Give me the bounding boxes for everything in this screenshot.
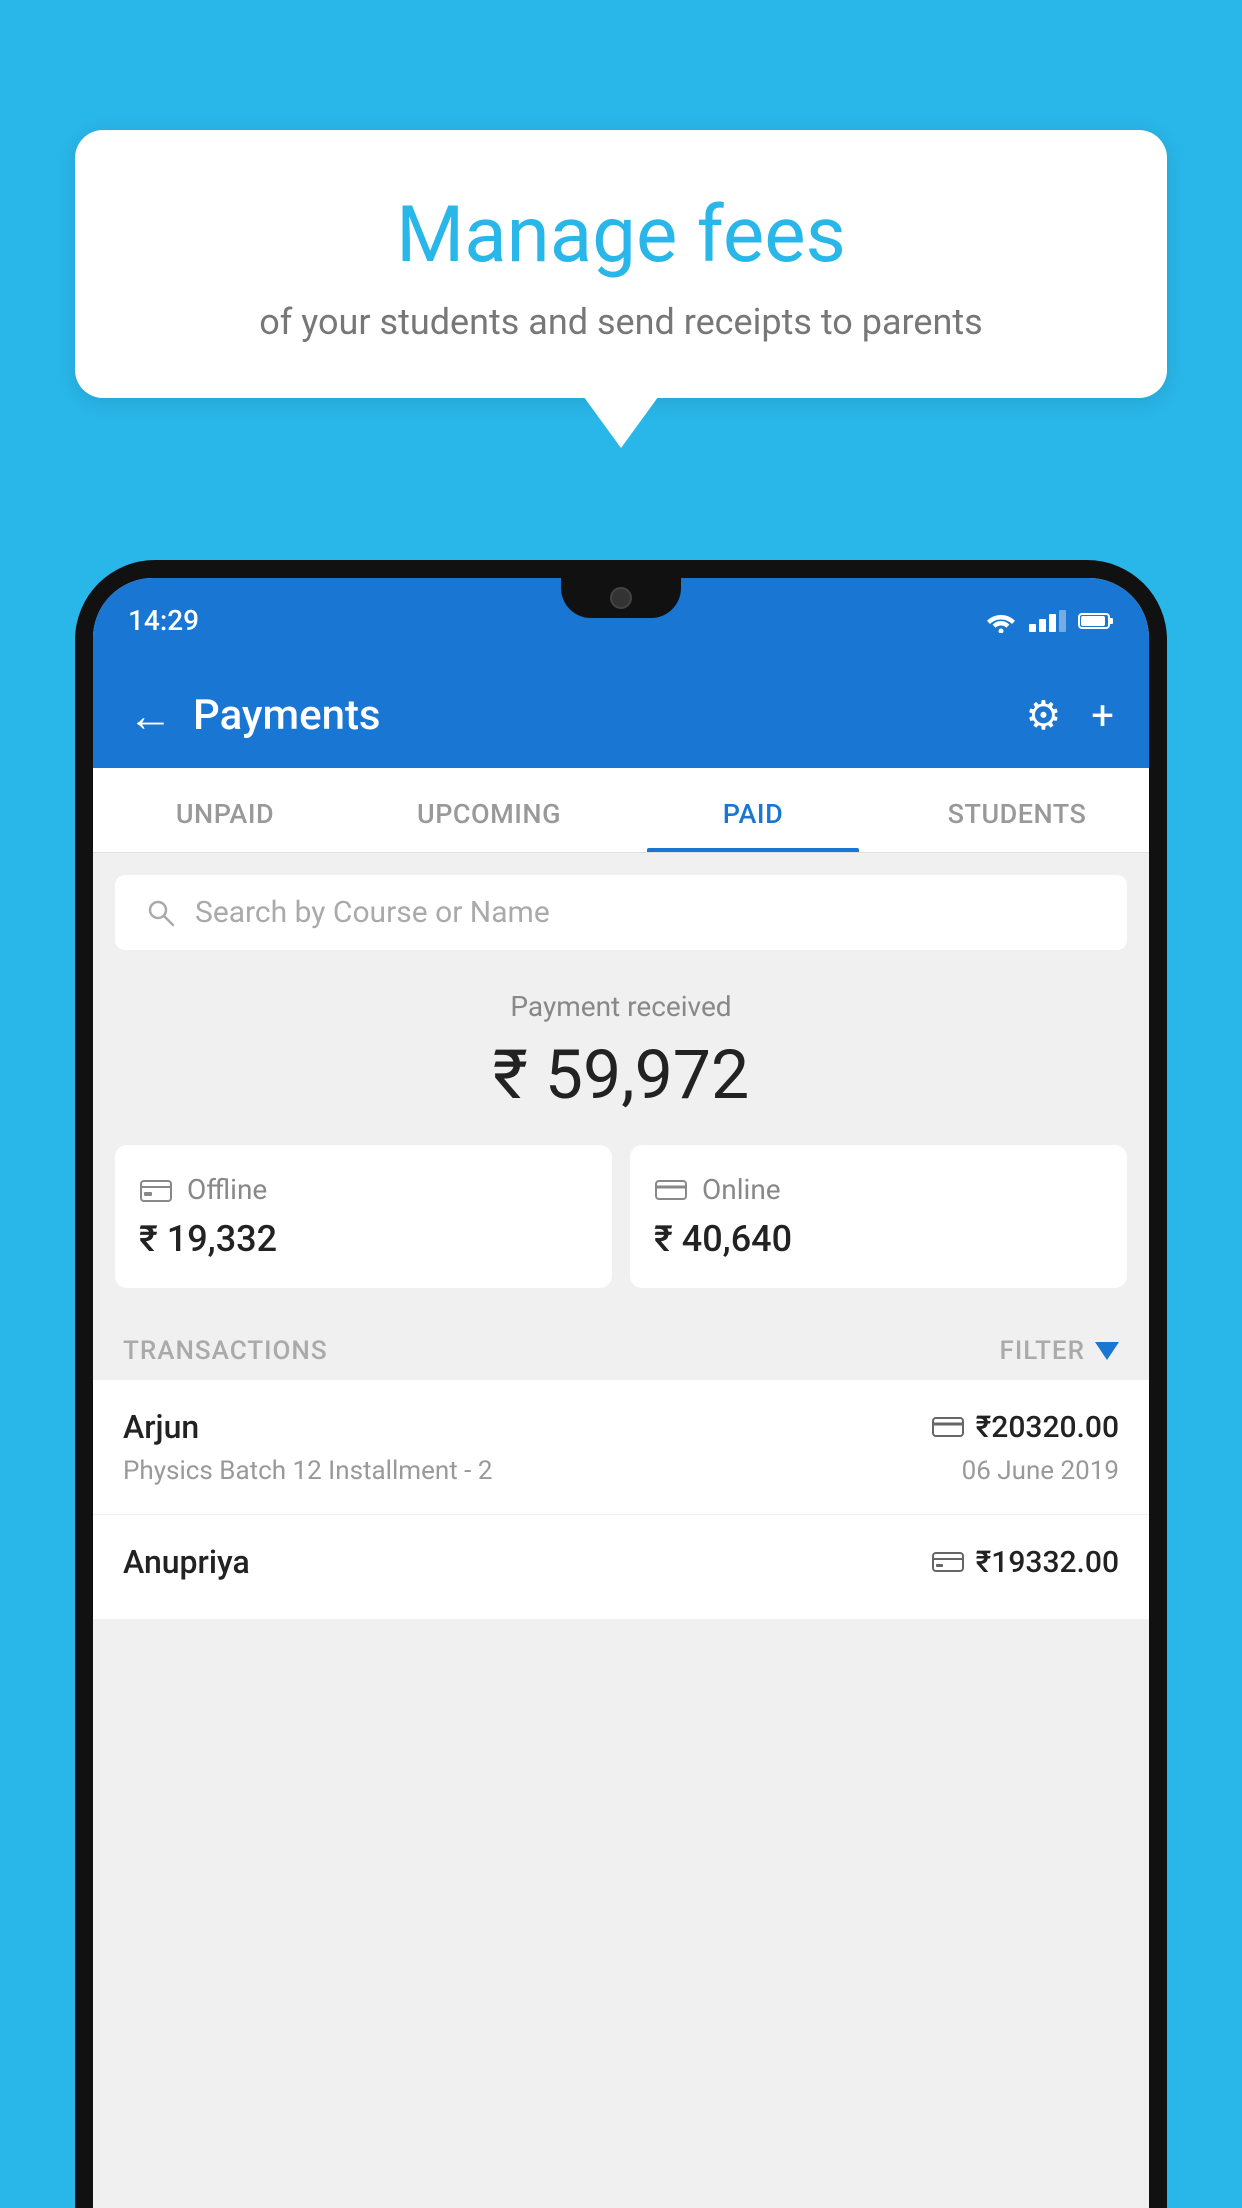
transaction-amount-row: ₹19332.00 bbox=[932, 1545, 1119, 1580]
transaction-name: Anupriya bbox=[123, 1543, 250, 1581]
offline-icon bbox=[139, 1176, 173, 1204]
search-bar[interactable]: Search by Course or Name bbox=[115, 875, 1127, 950]
add-button[interactable]: + bbox=[1091, 692, 1114, 739]
transaction-date: 06 June 2019 bbox=[962, 1456, 1119, 1486]
payment-received-label: Payment received bbox=[115, 990, 1127, 1023]
transaction-amount: ₹20320.00 bbox=[976, 1410, 1119, 1445]
transactions-header: TRANSACTIONS FILTER bbox=[93, 1316, 1149, 1380]
search-input[interactable]: Search by Course or Name bbox=[195, 895, 550, 930]
transactions-label: TRANSACTIONS bbox=[123, 1336, 328, 1366]
phone-notch bbox=[561, 578, 681, 618]
header-icons: ⚙ + bbox=[1025, 692, 1114, 739]
signal-bars-icon bbox=[1029, 610, 1066, 632]
offline-amount: ₹ 19,332 bbox=[139, 1218, 588, 1260]
status-time: 14:29 bbox=[128, 604, 199, 637]
tabs-bar: UNPAID UPCOMING PAID STUDENTS bbox=[93, 768, 1149, 853]
status-bar: 14:29 bbox=[93, 578, 1149, 663]
speech-bubble-title: Manage fees bbox=[125, 190, 1117, 281]
phone-camera bbox=[610, 587, 632, 609]
filter-triangle-icon bbox=[1095, 1342, 1119, 1360]
payment-received-section: Payment received ₹ 59,972 bbox=[93, 950, 1149, 1145]
transaction-list: Arjun ₹20320.00 Physics Batch 12 Install… bbox=[93, 1380, 1149, 1620]
online-amount: ₹ 40,640 bbox=[654, 1218, 1103, 1260]
tab-upcoming[interactable]: UPCOMING bbox=[357, 768, 621, 852]
transaction-name: Arjun bbox=[123, 1408, 199, 1446]
tab-unpaid[interactable]: UNPAID bbox=[93, 768, 357, 852]
app-title: Payments bbox=[193, 691, 1005, 740]
wifi-icon bbox=[985, 609, 1017, 633]
filter-button[interactable]: FILTER bbox=[1000, 1336, 1119, 1366]
payment-amount: ₹ 59,972 bbox=[115, 1035, 1127, 1115]
card-payment-icon bbox=[932, 1415, 964, 1439]
offline-card-header: Offline bbox=[139, 1173, 588, 1206]
transaction-item[interactable]: Arjun ₹20320.00 Physics Batch 12 Install… bbox=[93, 1380, 1149, 1515]
transaction-row-bottom: Physics Batch 12 Installment - 2 06 June… bbox=[123, 1456, 1119, 1486]
settings-button[interactable]: ⚙ bbox=[1025, 692, 1061, 739]
online-card-header: Online bbox=[654, 1173, 1103, 1206]
transaction-detail: Physics Batch 12 Installment - 2 bbox=[123, 1456, 492, 1486]
speech-bubble: Manage fees of your students and send re… bbox=[75, 130, 1167, 398]
battery-icon bbox=[1078, 611, 1114, 631]
transaction-amount: ₹19332.00 bbox=[976, 1545, 1119, 1580]
payment-cards: Offline ₹ 19,332 Online ₹ 40,640 bbox=[93, 1145, 1149, 1316]
speech-bubble-subtitle: of your students and send receipts to pa… bbox=[125, 301, 1117, 343]
offline-payment-card: Offline ₹ 19,332 bbox=[115, 1145, 612, 1288]
phone-screen: 14:29 bbox=[93, 578, 1149, 2208]
tab-students[interactable]: STUDENTS bbox=[885, 768, 1149, 852]
app-content: Search by Course or Name Payment receive… bbox=[93, 853, 1149, 2208]
cash-payment-icon bbox=[932, 1548, 964, 1576]
tab-paid[interactable]: PAID bbox=[621, 768, 885, 852]
transaction-item[interactable]: Anupriya ₹19332.00 bbox=[93, 1515, 1149, 1620]
app-header: ← Payments ⚙ + bbox=[93, 663, 1149, 768]
transaction-row-top: Arjun ₹20320.00 bbox=[123, 1408, 1119, 1446]
search-icon bbox=[145, 897, 177, 929]
status-icons bbox=[985, 609, 1114, 633]
back-button[interactable]: ← bbox=[128, 693, 173, 738]
phone-frame: 14:29 bbox=[75, 560, 1167, 2208]
transaction-amount-row: ₹20320.00 bbox=[932, 1410, 1119, 1445]
transaction-row-top: Anupriya ₹19332.00 bbox=[123, 1543, 1119, 1581]
online-payment-card: Online ₹ 40,640 bbox=[630, 1145, 1127, 1288]
online-icon bbox=[654, 1177, 688, 1203]
